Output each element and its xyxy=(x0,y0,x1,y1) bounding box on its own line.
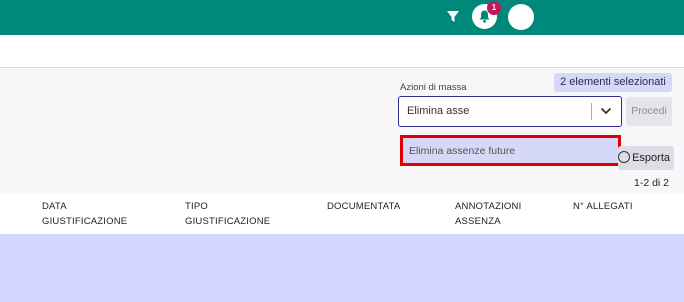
notification-count-badge: 1 xyxy=(487,1,501,15)
column-header-tipo-giustificazione[interactable]: TIPO GIUSTIFICAZIONE xyxy=(185,199,270,229)
selected-table-rows[interactable] xyxy=(0,234,684,302)
column-header-allegati[interactable]: N° ALLEGATI xyxy=(573,199,633,214)
table-header: DATA GIUSTIFICAZIONE TIPO GIUSTIFICAZION… xyxy=(0,194,684,234)
dropdown-option-label: Elimina assenze future xyxy=(409,145,516,157)
filter-icon[interactable] xyxy=(446,9,460,25)
dropdown-option-delete-future-absences[interactable]: Elimina assenze future xyxy=(400,135,621,166)
export-label: Esporta xyxy=(632,152,670,164)
column-header-data-giustificazione[interactable]: DATA GIUSTIFICAZIONE xyxy=(42,199,127,229)
chevron-down-icon[interactable] xyxy=(600,105,612,117)
top-app-bar: 1 xyxy=(0,0,684,35)
export-icon xyxy=(618,151,630,163)
user-avatar[interactable] xyxy=(508,4,534,30)
selected-count-badge: 2 elementi selezionati xyxy=(554,73,672,92)
secondary-bar xyxy=(0,35,684,68)
pagination-info: 1-2 di 2 xyxy=(634,177,670,189)
select-divider xyxy=(591,103,592,120)
column-header-annotazioni-assenza[interactable]: ANNOTAZIONI ASSENZA xyxy=(455,199,521,229)
bulk-actions-select[interactable] xyxy=(398,96,622,127)
bulk-actions-label: Azioni di massa xyxy=(400,82,467,93)
proceed-button[interactable]: Procedi xyxy=(626,97,672,126)
column-header-documentata[interactable]: DOCUMENTATA xyxy=(327,199,400,214)
bulk-actions-input[interactable] xyxy=(407,105,587,117)
